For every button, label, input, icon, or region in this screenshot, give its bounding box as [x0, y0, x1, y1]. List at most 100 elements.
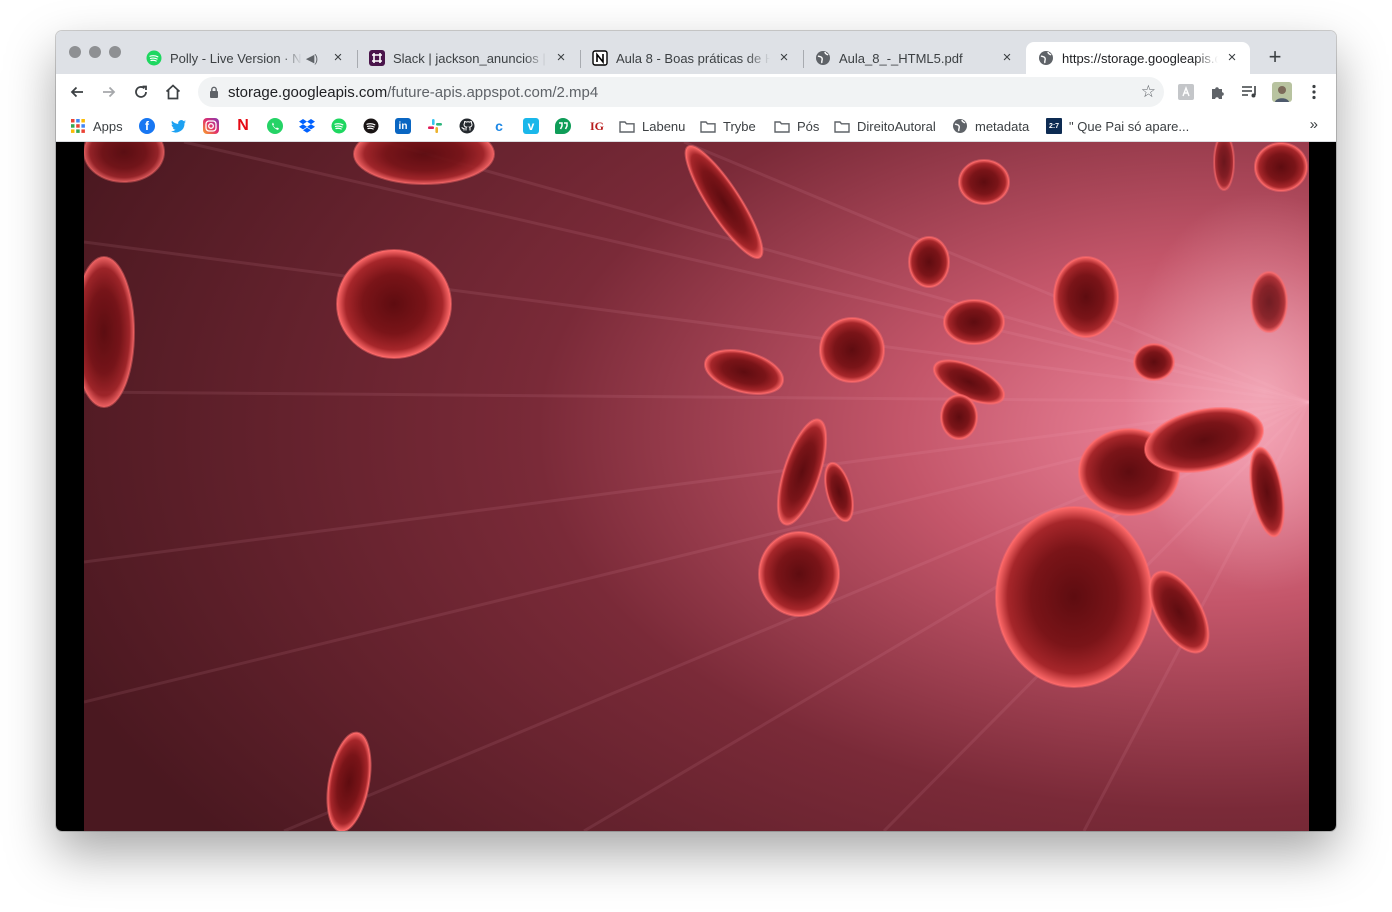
bookmark-twitter[interactable] [171, 116, 187, 136]
tab-polly[interactable]: Polly - Live Version · Nirvana ◀) × [134, 42, 356, 74]
slack-icon [427, 118, 443, 134]
dropbox-icon [299, 118, 315, 134]
bookmark-spotify-dark[interactable] [363, 116, 379, 136]
extension-grey-button[interactable] [1172, 78, 1200, 106]
bookmarks-bar: Apps f N in c v IG Labenu Trybe Pós Dire… [56, 110, 1336, 142]
lock-icon[interactable] [209, 86, 219, 98]
toolbar: storage.googleapis.com/future-apis.appsp… [56, 74, 1336, 110]
url-path: /future-apis.appspot.com/2.mp4 [387, 83, 599, 101]
folder-icon [834, 118, 850, 134]
close-tab-icon[interactable]: × [776, 50, 792, 66]
url-host: storage.googleapis.com [228, 83, 388, 101]
bookmark-label: Apps [93, 118, 123, 134]
bookmark-label: " Que Pai só apare... [1069, 118, 1190, 134]
close-tab-icon[interactable]: × [1224, 50, 1240, 66]
folder-icon [774, 118, 790, 134]
hangouts-icon [555, 118, 571, 134]
bookmark-instagram[interactable] [203, 116, 219, 136]
bookmark-folder-direitoautoral[interactable]: DireitoAutoral [834, 116, 936, 136]
bookmark-netflix[interactable]: N [235, 116, 251, 136]
chrome-menu-button[interactable] [1300, 78, 1328, 106]
tab-title: Slack | jackson_anuncios | Labenu [393, 50, 547, 66]
tab-title: https://storage.googleapis.com/future-ap… [1062, 50, 1218, 66]
arrow-left-icon [70, 86, 83, 98]
folder-icon [619, 118, 635, 134]
c-icon: c [495, 118, 503, 134]
bookmark-label: Trybe [723, 118, 756, 134]
facebook-icon: f [139, 118, 155, 134]
bookmark-star-icon[interactable]: ☆ [1141, 83, 1156, 101]
tab-aula-8-notion[interactable]: Aula 8 - Boas práticas de HTML × [580, 42, 802, 74]
bookmark-github[interactable] [459, 116, 475, 136]
bookmark-apps[interactable]: Apps [70, 116, 123, 136]
bookmark-slack[interactable] [427, 116, 443, 136]
bookmark-whatsapp[interactable] [267, 116, 283, 136]
tab-video-active[interactable]: https://storage.googleapis.com/future-ap… [1026, 42, 1250, 74]
bookmark-folder-pos[interactable]: Pós [774, 116, 819, 136]
tab-slack[interactable]: Slack | jackson_anuncios | Labenu × [357, 42, 579, 74]
bookmark-label: metadata [975, 118, 1030, 134]
video-frame [84, 142, 1309, 831]
bookmark-spotify[interactable] [331, 116, 347, 136]
puzzle-icon [1212, 87, 1224, 99]
whatsapp-icon [267, 118, 283, 134]
playlist-icon [1242, 86, 1256, 98]
spotify-dark-icon [363, 118, 379, 134]
bookmark-hangouts[interactable] [555, 116, 571, 136]
tab-aula-8-pdf[interactable]: Aula_8_-_HTML5.pdf × [803, 42, 1025, 74]
globe-icon [1038, 50, 1054, 66]
back-button[interactable] [63, 78, 91, 106]
apps-grid-icon [70, 118, 86, 134]
url-text[interactable]: storage.googleapis.com/future-apis.appsp… [228, 84, 598, 101]
spotify-icon [146, 50, 162, 66]
globe-icon [952, 118, 968, 134]
bookmark-que-pai[interactable]: 2:7 " Que Pai só apare... [1046, 116, 1189, 136]
reload-icon [135, 85, 147, 98]
new-tab-button[interactable]: + [1261, 44, 1289, 72]
tab-title: Aula_8_-_HTML5.pdf [839, 50, 963, 66]
bookmark-folder-trybe[interactable]: Trybe [700, 116, 756, 136]
zoom-window-button[interactable] [109, 46, 121, 58]
notion-icon [592, 50, 608, 66]
folder-icon [700, 118, 716, 134]
linkedin-icon: in [395, 118, 411, 134]
bookmark-label: Pós [797, 118, 820, 134]
bookmark-folder-labenu[interactable]: Labenu [619, 116, 685, 136]
forward-button[interactable] [95, 78, 123, 106]
bookmark-linkedin[interactable]: in [395, 116, 411, 136]
video-thumbnail-icon: 2:7 [1046, 118, 1062, 134]
bookmark-metadata[interactable]: metadata [952, 116, 1029, 136]
tab-title: Polly - Live Version · Nirvana [170, 50, 302, 66]
close-tab-icon[interactable]: × [330, 50, 346, 66]
close-window-button[interactable] [69, 46, 81, 58]
bookmark-vimeo[interactable]: v [523, 116, 539, 136]
extension-a-icon [1178, 84, 1194, 100]
ig-icon: IG [589, 118, 604, 133]
browser-window: Polly - Live Version · Nirvana ◀) × Slac… [56, 31, 1336, 831]
media-controls-button[interactable] [1236, 78, 1264, 106]
close-tab-icon[interactable]: × [553, 50, 569, 66]
address-bar[interactable]: storage.googleapis.com/future-apis.appsp… [198, 77, 1164, 107]
home-icon [165, 84, 181, 100]
reload-button[interactable] [127, 78, 155, 106]
instagram-icon [203, 118, 219, 134]
extensions-button[interactable] [1204, 78, 1232, 106]
bookmark-ig[interactable]: IG [587, 116, 607, 136]
home-button[interactable] [159, 78, 187, 106]
profile-avatar[interactable] [1268, 78, 1296, 106]
vimeo-icon: v [523, 118, 539, 134]
bookmarks-overflow-button[interactable]: » [1310, 116, 1318, 133]
globe-icon [815, 50, 831, 66]
close-tab-icon[interactable]: × [999, 50, 1015, 66]
video-player[interactable] [84, 142, 1309, 831]
minimize-window-button[interactable] [89, 46, 101, 58]
bookmark-facebook[interactable]: f [139, 116, 155, 136]
bookmark-c[interactable]: c [491, 116, 507, 136]
avatar-icon [1272, 82, 1292, 102]
twitter-icon [171, 118, 187, 134]
audio-playing-icon[interactable]: ◀) [306, 52, 318, 65]
github-icon [459, 118, 475, 134]
bookmark-label: Labenu [642, 118, 686, 134]
bookmark-dropbox[interactable] [299, 116, 315, 136]
tab-strip: Polly - Live Version · Nirvana ◀) × Slac… [56, 31, 1336, 74]
